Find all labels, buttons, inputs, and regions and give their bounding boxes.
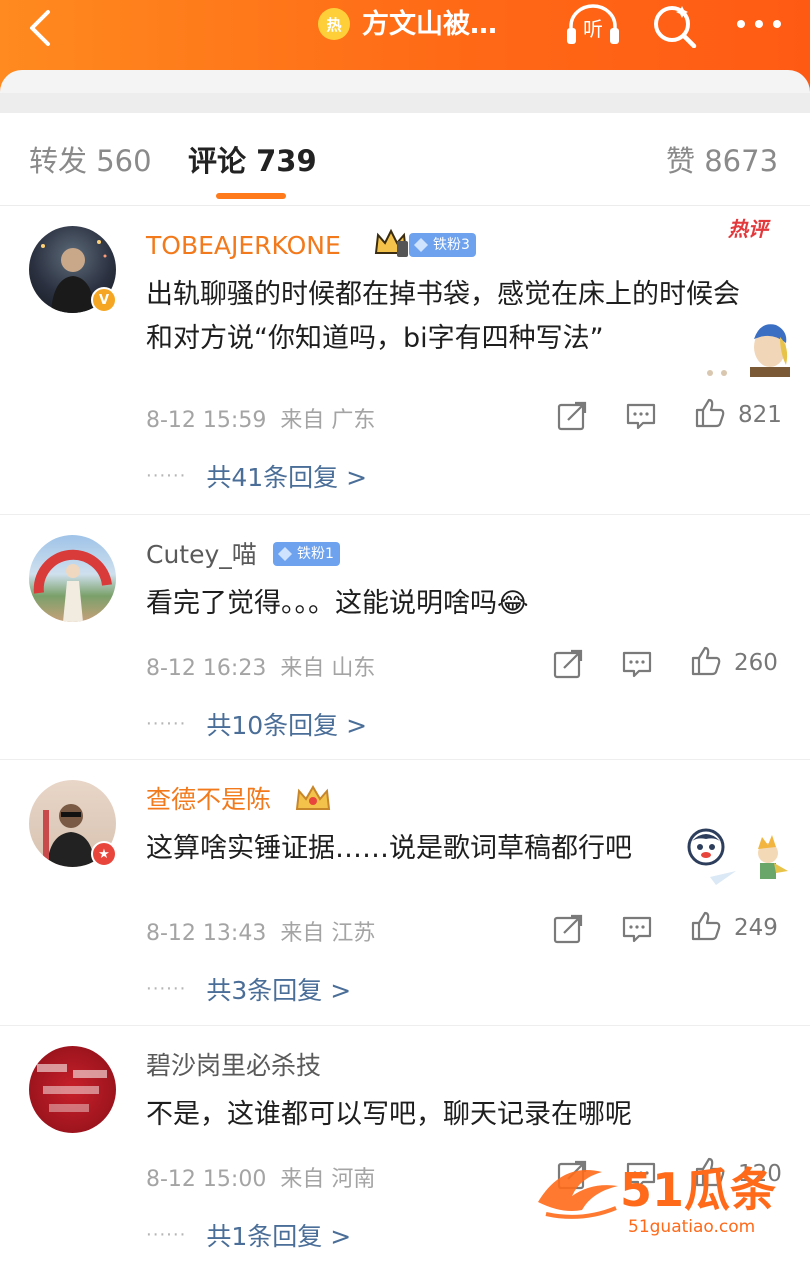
laughing-emoji-icon: 😂 — [497, 588, 529, 619]
comment-meta: 8-12 13:43 来自 江苏 — [146, 915, 375, 947]
view-replies-link[interactable]: 共41条回复 > — [206, 463, 367, 492]
site-watermark-logo: 51瓜条 51guatiao.com — [538, 1163, 776, 1237]
content-divider — [0, 93, 810, 113]
comment-icon[interactable] — [625, 400, 657, 432]
tab-likes[interactable]: 赞 8673 — [666, 143, 778, 179]
comment-item: Cutey_喵 铁粉1 看完了觉得。。。这能说明啥吗😂 8-12 16:23 来… — [0, 516, 810, 760]
comment-username[interactable]: TOBEAJERKONE — [146, 229, 341, 263]
active-tab-indicator — [216, 193, 286, 199]
fan-level-badge: 铁粉3 — [409, 233, 476, 257]
comment-item: ★ 查德不是陈 这算啥实锤证据……说是歌词草稿都行吧 8-12 13:43 来自… — [0, 761, 810, 1026]
more-options-icon[interactable] — [735, 14, 783, 34]
comment-time: 8-12 16:23 — [146, 656, 267, 681]
like-thumb-icon[interactable] — [694, 397, 726, 429]
crown-icon — [295, 785, 331, 810]
comment-username[interactable]: Cutey_喵 — [146, 538, 257, 572]
listen-label: 听 — [583, 17, 603, 41]
comment-location: 来自 江苏 — [280, 921, 376, 946]
comment-time: 8-12 15:00 — [146, 1167, 267, 1192]
fan-level-label: 铁粉3 — [433, 237, 470, 253]
comment-location: 来自 山东 — [280, 656, 376, 681]
avatar[interactable] — [29, 1046, 116, 1133]
avatar[interactable] — [29, 535, 116, 622]
watermark-brand: 51瓜条 — [620, 1163, 776, 1217]
tab-comments[interactable]: 评论 739 — [188, 143, 317, 179]
comment-time: 8-12 15:59 — [146, 408, 267, 433]
listen-headphones-icon[interactable]: 听 — [565, 2, 621, 46]
view-replies-link[interactable]: 共3条回复 > — [206, 976, 351, 1005]
share-icon[interactable] — [556, 400, 588, 432]
member-star-badge-icon: ★ — [91, 841, 117, 867]
back-arrow-icon[interactable] — [22, 6, 62, 46]
share-icon[interactable] — [552, 648, 584, 680]
comment-location: 来自 广东 — [280, 408, 376, 433]
comment-text: 看完了觉得。。。这能说明啥吗 — [146, 588, 497, 619]
comment-text-line: 这算啥实锤证据……说是歌词草稿都行吧 — [146, 827, 766, 871]
page-title: 方文山被… — [362, 9, 497, 40]
like-thumb-icon[interactable] — [690, 910, 722, 942]
verified-badge-icon: V — [91, 287, 117, 313]
like-count: 260 — [734, 650, 778, 676]
replies-row[interactable]: ······ 共1条回复 > — [146, 1217, 351, 1253]
watermark-url: 51guatiao.com — [628, 1217, 755, 1237]
comment-location: 来自 河南 — [280, 1167, 376, 1192]
little-prince-sticker-icon — [710, 835, 788, 885]
comment-meta: 8-12 15:59 来自 广东 — [146, 402, 375, 434]
fan-level-label: 铁粉1 — [297, 546, 334, 562]
comment-item: V TOBEAJERKONE 铁粉3 热评 出轨聊骚的时候都在掉书袋，感觉在床上… — [0, 207, 810, 515]
comment-text: 出轨聊骚的时候都在掉书袋，感觉在床上的时候会和对方说“你知道吗，bi字有四种写法… — [146, 279, 740, 354]
replies-row[interactable]: ······ 共3条回复 > — [146, 971, 351, 1007]
hot-topic-badge: 热 — [318, 8, 350, 40]
fan-level-badge: 铁粉1 — [273, 542, 340, 566]
comment-icon[interactable] — [621, 648, 653, 680]
view-replies-link[interactable]: 共1条回复 > — [206, 1222, 351, 1251]
replies-row[interactable]: ······ 共41条回复 > — [146, 458, 367, 494]
comment-username[interactable]: 查德不是陈 — [146, 783, 271, 817]
crown-icon — [374, 228, 408, 257]
like-thumb-icon[interactable] — [690, 645, 722, 677]
comment-icon[interactable] — [621, 913, 653, 945]
search-icon[interactable] — [652, 2, 698, 48]
replies-dots-icon: ······ — [146, 465, 187, 487]
replies-row[interactable]: ······ 共10条回复 > — [146, 706, 367, 742]
like-count: 821 — [738, 402, 782, 428]
comment-meta: 8-12 16:23 来自 山东 — [146, 650, 375, 682]
comment-username[interactable]: 碧沙岗里必杀技 — [146, 1049, 321, 1083]
view-replies-link[interactable]: 共10条回复 > — [206, 711, 367, 740]
replies-dots-icon: ······ — [146, 1224, 187, 1246]
comment-meta: 8-12 15:00 来自 河南 — [146, 1161, 375, 1193]
comment-text-line: 看完了觉得。。。这能说明啥吗😂 — [146, 582, 766, 626]
interaction-tabs: 转发 560 评论 739 赞 8673 — [0, 113, 810, 206]
replies-dots-icon: ······ — [146, 978, 187, 1000]
replies-dots-icon: ······ — [146, 713, 187, 735]
comment-text: 不是，这谁都可以写吧，聊天记录在哪呢 — [146, 1099, 632, 1130]
like-count: 249 — [734, 915, 778, 941]
comment-time: 8-12 13:43 — [146, 921, 267, 946]
tab-reposts[interactable]: 转发 560 — [29, 143, 152, 179]
share-icon[interactable] — [552, 913, 584, 945]
comment-text: 这算啥实锤证据……说是歌词草稿都行吧 — [146, 833, 632, 864]
hot-comment-label: 热评 — [728, 217, 768, 241]
girl-pearl-earring-sticker-icon — [707, 324, 790, 377]
